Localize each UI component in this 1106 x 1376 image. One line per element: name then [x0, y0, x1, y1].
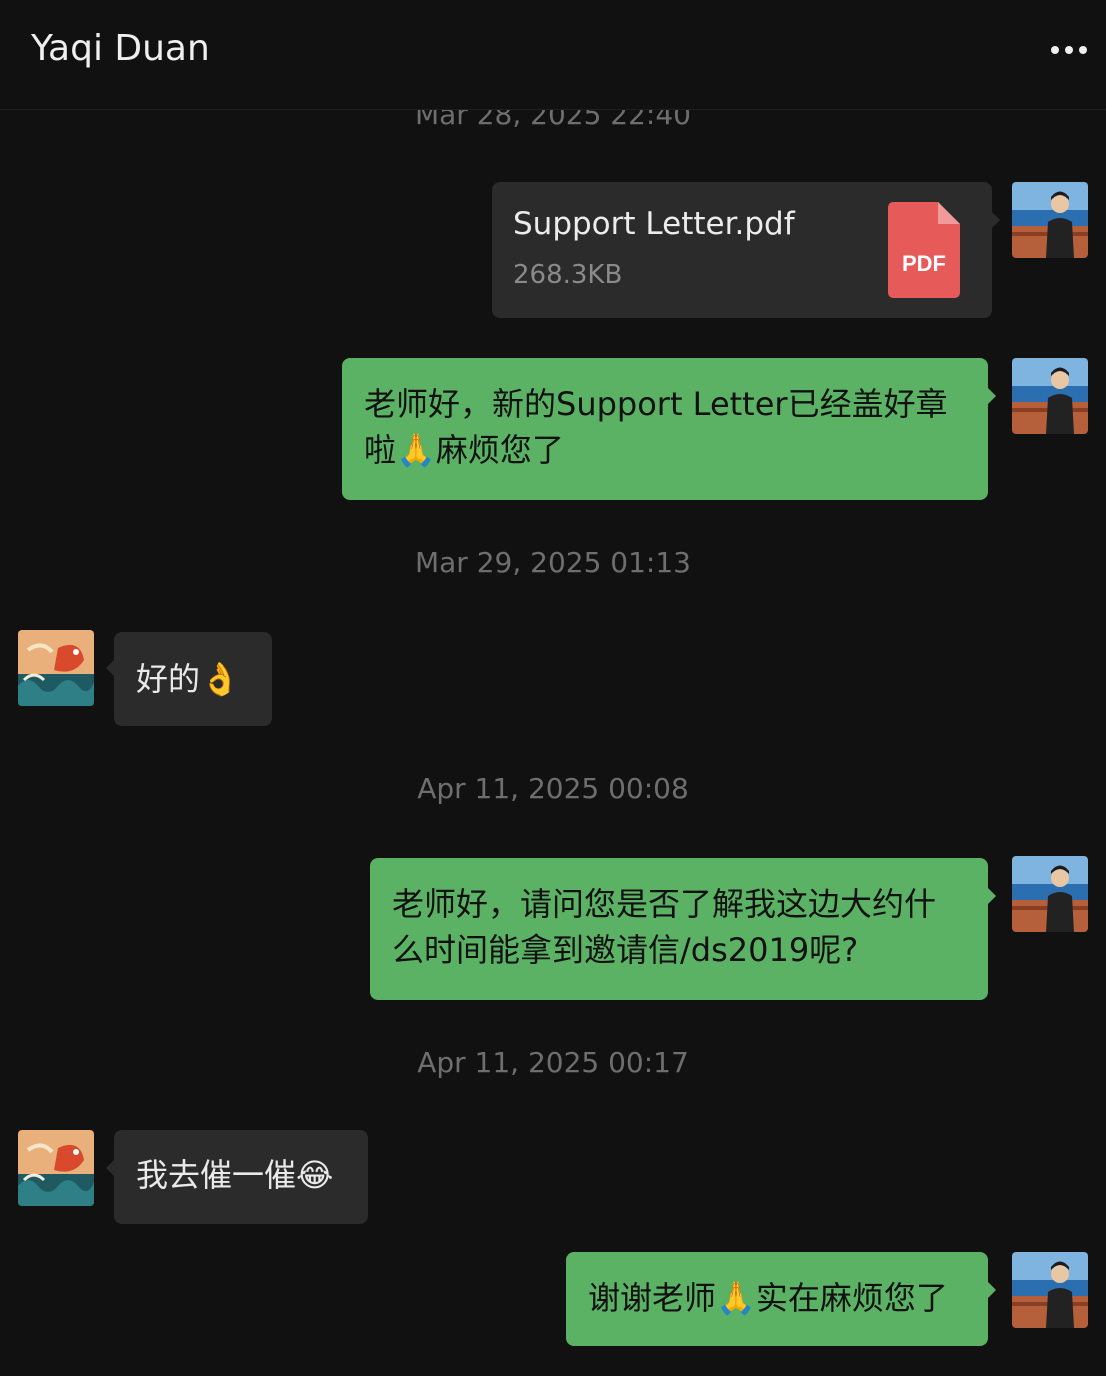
my-avatar[interactable] — [1012, 856, 1088, 932]
sent-message[interactable]: 谢谢老师🙏实在麻烦您了 — [566, 1252, 988, 1346]
message-text-line: 啦🙏麻烦您了 — [364, 431, 564, 469]
contact-avatar[interactable] — [18, 630, 94, 706]
my-avatar[interactable] — [1012, 358, 1088, 434]
timestamp: Apr 11, 2025 00:08 — [417, 772, 689, 805]
bubble-tail — [106, 660, 114, 676]
received-message[interactable]: 好的👌 — [114, 632, 272, 726]
more-dots-icon[interactable] — [1050, 36, 1090, 64]
chat-header: Yaqi Duan — [0, 0, 1106, 110]
chat-area: Mar 28, 2025 22:40 Support Letter.pdf 26… — [0, 0, 1106, 1376]
bubble-tail — [992, 212, 1000, 228]
message-text: 谢谢老师🙏实在麻烦您了 — [588, 1279, 948, 1317]
bubble-tail — [988, 388, 996, 404]
my-avatar[interactable] — [1012, 1252, 1088, 1328]
pdf-icon-label: PDF — [902, 251, 946, 276]
file-size: 268.3KB — [513, 260, 623, 290]
bubble-tail — [988, 1282, 996, 1298]
sent-message[interactable]: 老师好，新的Support Letter已经盖好章 啦🙏麻烦您了 — [342, 358, 988, 500]
pdf-file-icon: PDF — [888, 202, 960, 298]
sent-message[interactable]: 老师好，请问您是否了解我这边大约什 么时间能拿到邀请信/ds2019呢? — [370, 858, 988, 1000]
my-avatar[interactable] — [1012, 182, 1088, 258]
chat-title: Yaqi Duan — [31, 28, 210, 69]
bubble-tail — [988, 888, 996, 904]
timestamp: Mar 29, 2025 01:13 — [414, 546, 691, 579]
message-text-line: 老师好，新的Support Letter已经盖好章 — [364, 385, 948, 423]
contact-avatar[interactable] — [18, 1130, 94, 1206]
message-text: 好的👌 — [136, 660, 240, 698]
message-text-line: 么时间能拿到邀请信/ds2019呢? — [392, 931, 859, 969]
message-text-line: 老师好，请问您是否了解我这边大约什 — [392, 885, 937, 923]
file-name: Support Letter.pdf — [513, 206, 795, 242]
file-message[interactable]: Support Letter.pdf 268.3KB PDF — [492, 182, 992, 318]
bubble-tail — [106, 1160, 114, 1176]
received-message[interactable]: 我去催一催😂 — [114, 1130, 368, 1224]
timestamp: Apr 11, 2025 00:17 — [417, 1046, 689, 1079]
message-text: 我去催一催😂 — [136, 1156, 334, 1194]
